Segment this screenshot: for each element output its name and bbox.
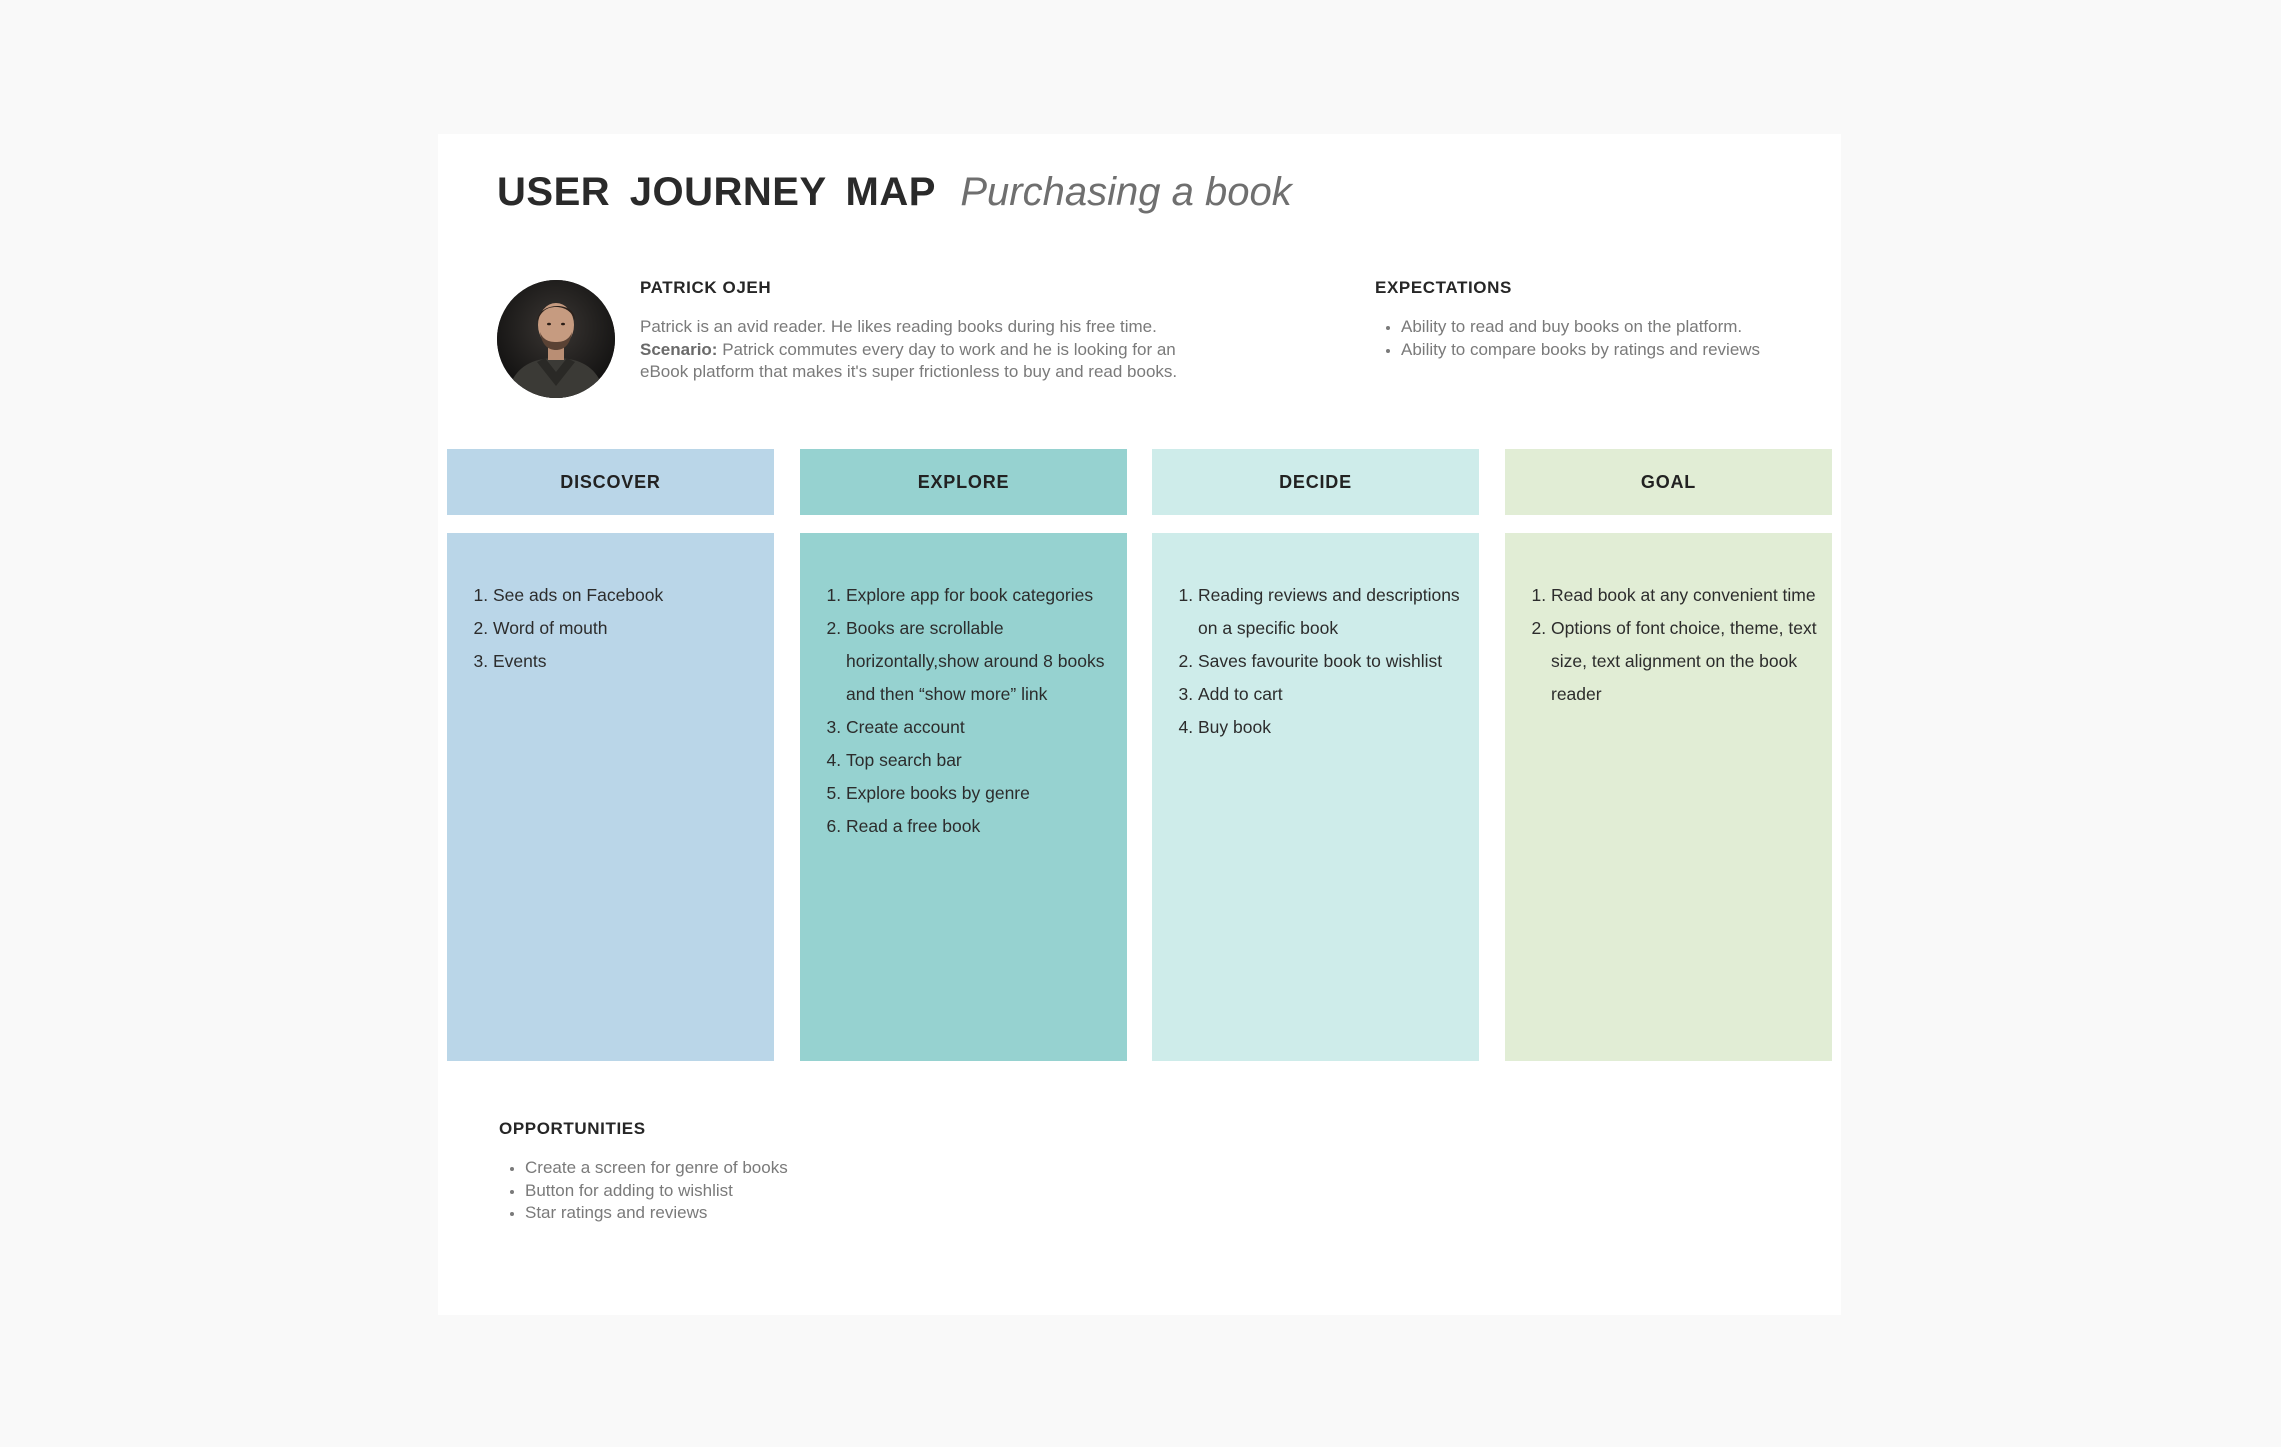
list-item: Create a screen for genre of books bbox=[525, 1157, 999, 1180]
title-main: USER JOURNEY MAP bbox=[497, 170, 936, 214]
list-item: Books are scrollable horizontally,show a… bbox=[846, 612, 1117, 711]
list-item: Buy book bbox=[1198, 711, 1469, 744]
list-item: Create account bbox=[846, 711, 1117, 744]
stage-header-goal: GOAL bbox=[1505, 449, 1832, 515]
list-item: Ability to read and buy books on the pla… bbox=[1401, 316, 1815, 339]
expectations-list: Ability to read and buy books on the pla… bbox=[1375, 316, 1815, 361]
list-item: Read book at any convenient time bbox=[1551, 579, 1822, 612]
expectations-heading: EXPECTATIONS bbox=[1375, 278, 1512, 297]
list-item: Add to cart bbox=[1198, 678, 1469, 711]
persona-description: Patrick is an avid reader. He likes read… bbox=[640, 317, 1157, 336]
scenario-label: Scenario: bbox=[640, 339, 718, 359]
list-item: Ability to compare books by ratings and … bbox=[1401, 339, 1815, 362]
list-item: Top search bar bbox=[846, 744, 1117, 777]
persona-name: PATRICK OJEH bbox=[640, 278, 772, 297]
stage-steps-goal: Read book at any convenient time Options… bbox=[1525, 579, 1822, 711]
list-item: Star ratings and reviews bbox=[525, 1202, 999, 1225]
stage-column-decide: Reading reviews and descriptions on a sp… bbox=[1152, 533, 1479, 1061]
list-item: Events bbox=[493, 645, 764, 678]
stage-steps-discover: See ads on Facebook Word of mouth Events bbox=[467, 579, 764, 678]
stage-column-goal: Read book at any convenient time Options… bbox=[1505, 533, 1832, 1061]
stage-header-decide: DECIDE bbox=[1152, 449, 1479, 515]
scenario-text: Patrick commutes every day to work and h… bbox=[640, 339, 1178, 382]
list-item: Options of font choice, theme, text size… bbox=[1551, 612, 1822, 711]
list-item: Explore books by genre bbox=[846, 777, 1117, 810]
title-subtitle: Purchasing a book bbox=[960, 170, 1292, 214]
list-item: Word of mouth bbox=[493, 612, 764, 645]
expectations-block: EXPECTATIONS Ability to read and buy boo… bbox=[1375, 279, 1815, 361]
opportunities-list: Create a screen for genre of books Butto… bbox=[499, 1157, 999, 1225]
stage-steps-explore: Explore app for book categories Books ar… bbox=[820, 579, 1117, 843]
stage-column-discover: See ads on Facebook Word of mouth Events bbox=[447, 533, 774, 1061]
stage-header-discover: DISCOVER bbox=[447, 449, 774, 515]
persona-description-block: Patrick is an avid reader. He likes read… bbox=[640, 316, 1200, 384]
stage-header-explore: EXPLORE bbox=[800, 449, 1127, 515]
persona-block: PATRICK OJEH Patrick is an avid reader. … bbox=[640, 279, 1200, 384]
list-item: Reading reviews and descriptions on a sp… bbox=[1198, 579, 1469, 645]
opportunities-block: OPPORTUNITIES Create a screen for genre … bbox=[499, 1120, 999, 1225]
person-portrait-icon bbox=[497, 280, 615, 398]
list-item: Saves favourite book to wishlist bbox=[1198, 645, 1469, 678]
opportunities-heading: OPPORTUNITIES bbox=[499, 1119, 646, 1138]
journey-map-card: USER JOURNEY MAP Purchasing a book PATRI… bbox=[438, 134, 1841, 1315]
list-item: Button for adding to wishlist bbox=[525, 1180, 999, 1203]
page-title: USER JOURNEY MAP Purchasing a book bbox=[497, 172, 1292, 212]
list-item: See ads on Facebook bbox=[493, 579, 764, 612]
list-item: Read a free book bbox=[846, 810, 1117, 843]
list-item: Explore app for book categories bbox=[846, 579, 1117, 612]
stage-steps-decide: Reading reviews and descriptions on a sp… bbox=[1172, 579, 1469, 744]
stage-column-explore: Explore app for book categories Books ar… bbox=[800, 533, 1127, 1061]
